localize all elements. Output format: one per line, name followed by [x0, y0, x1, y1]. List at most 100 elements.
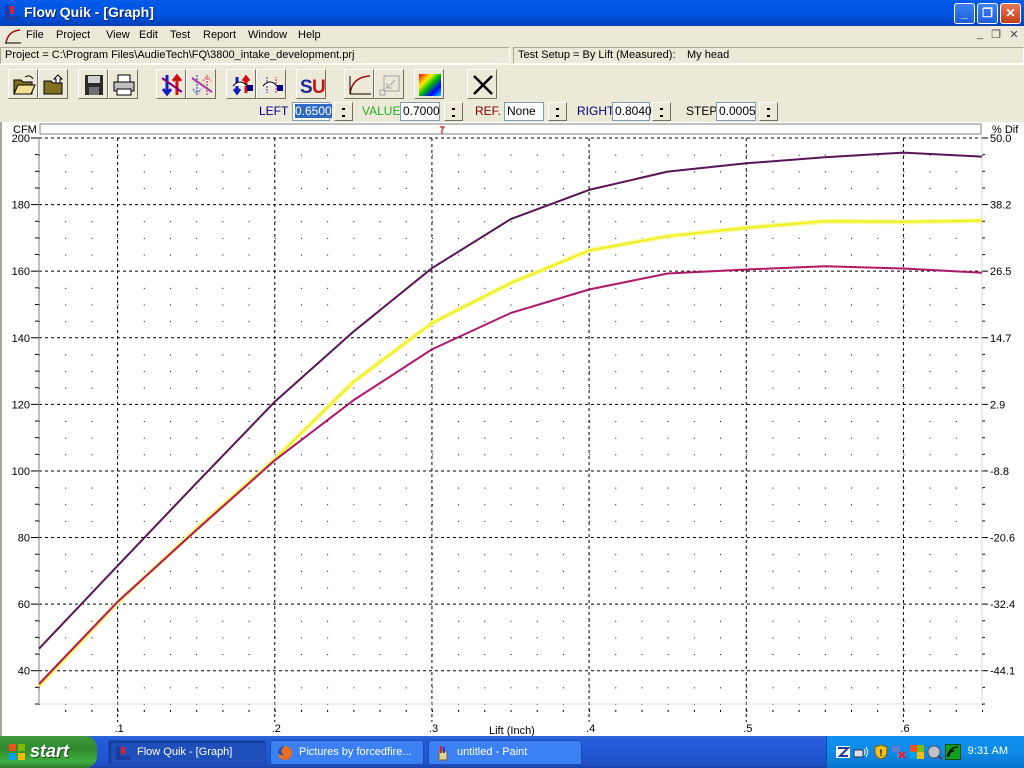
- grid-dot: [65, 254, 67, 256]
- menu-help[interactable]: Help: [298, 29, 321, 41]
- flow-direction-alt-button[interactable]: [186, 69, 216, 99]
- wireless-network-icon[interactable]: [853, 744, 869, 760]
- flow-direction-button[interactable]: [156, 69, 186, 99]
- title-bar: Flow Quik - [Graph] _ ❐ ✕: [0, 0, 1024, 26]
- grid-dot: [772, 487, 774, 489]
- menu-window[interactable]: Window: [248, 29, 287, 41]
- grid: [39, 137, 983, 722]
- flow-bench-icon: [232, 74, 253, 96]
- grid-dot: [798, 454, 800, 456]
- grid-dot: [929, 304, 931, 306]
- grid-dot: [222, 387, 224, 389]
- print-button[interactable]: [108, 69, 138, 99]
- grid-dot: [484, 587, 486, 589]
- y2-tick-label: 2.9: [990, 399, 1005, 411]
- step-spinner[interactable]: [759, 102, 778, 121]
- mdi-minimize-button[interactable]: _: [972, 28, 988, 43]
- grid-dot: [955, 454, 957, 456]
- grid-dot: [955, 171, 957, 173]
- grid-dot: [405, 487, 407, 489]
- start-button[interactable]: start: [0, 736, 97, 768]
- menu-file[interactable]: File: [26, 29, 44, 41]
- grid-dot: [353, 570, 355, 572]
- grid-dot: [405, 221, 407, 223]
- graph-button[interactable]: [344, 69, 374, 99]
- colors-button[interactable]: [414, 69, 444, 99]
- value-spinner[interactable]: [444, 102, 463, 121]
- security-shield-icon[interactable]: !: [873, 744, 889, 760]
- grid-dot: [458, 354, 460, 356]
- grid-dot: [327, 387, 329, 389]
- menu-project[interactable]: Project: [56, 29, 90, 41]
- grid-dot: [169, 187, 171, 189]
- grid-dot: [955, 520, 957, 522]
- zonealarm-icon[interactable]: [835, 744, 851, 760]
- grid-dot: [589, 171, 591, 173]
- menu-view[interactable]: View: [106, 29, 130, 41]
- cursor-scrollbar[interactable]: [39, 123, 982, 135]
- grid-dot: [353, 171, 355, 173]
- ref-spinner[interactable]: [548, 102, 567, 121]
- flow-bench-button[interactable]: [226, 69, 256, 99]
- grid-dot: [327, 154, 329, 156]
- close-button[interactable]: ✕: [1000, 3, 1021, 24]
- left-input[interactable]: 0.6500: [292, 102, 332, 121]
- close-graph-button[interactable]: [467, 69, 497, 99]
- task-paint[interactable]: untitled - Paint: [428, 740, 582, 765]
- setup-button[interactable]: SU: [296, 69, 326, 99]
- grid-dot: [851, 587, 853, 589]
- menu-edit[interactable]: Edit: [139, 29, 158, 41]
- left-spinner[interactable]: [334, 102, 353, 121]
- grid-dot: [484, 187, 486, 189]
- menu-report[interactable]: Report: [203, 29, 236, 41]
- volume-icon[interactable]: [927, 744, 943, 760]
- ref-input[interactable]: None: [504, 102, 544, 121]
- grid-dot: [877, 620, 879, 622]
- mdi-close-button[interactable]: ✕: [1006, 28, 1022, 43]
- right-spinner[interactable]: [652, 102, 671, 121]
- save-button[interactable]: [78, 69, 108, 99]
- task-flow-quik[interactable]: Flow Quik - [Graph]: [108, 740, 266, 765]
- restore-button[interactable]: ❐: [977, 3, 998, 24]
- open-project-button[interactable]: [8, 69, 38, 99]
- open-file-button[interactable]: [38, 69, 68, 99]
- flow-bench-alt-button[interactable]: [256, 69, 286, 99]
- grid-dot: [798, 520, 800, 522]
- grid-dot: [458, 254, 460, 256]
- grid-dot: [327, 187, 329, 189]
- grid-dot: [667, 437, 669, 439]
- windows-security-icon[interactable]: [909, 744, 925, 760]
- x-tick-label: .2: [272, 723, 281, 735]
- grid-dot: [562, 620, 564, 622]
- grid-dot: [510, 520, 512, 522]
- mdi-graph-icon[interactable]: [4, 28, 22, 44]
- network-disconnected-icon[interactable]: [891, 744, 907, 760]
- grid-dot: [929, 187, 931, 189]
- wifi-signal-icon[interactable]: [945, 744, 961, 760]
- grid-dot: [851, 570, 853, 572]
- grid-dot: [798, 487, 800, 489]
- task-firefox[interactable]: Pictures by forcedfire...: [270, 740, 424, 765]
- minimize-button[interactable]: _: [954, 3, 975, 24]
- grid-dot: [379, 620, 381, 622]
- grid-dot: [353, 237, 355, 239]
- step-input[interactable]: 0.0005: [716, 102, 756, 121]
- right-input[interactable]: 0.8040: [612, 102, 652, 121]
- grid-dot: [562, 387, 564, 389]
- x-minor-tick: [615, 710, 617, 712]
- mdi-restore-button[interactable]: ❐: [988, 28, 1004, 43]
- grid-dot: [353, 254, 355, 256]
- value-input[interactable]: 0.7000: [400, 102, 440, 121]
- menu-test[interactable]: Test: [170, 29, 190, 41]
- grid-dot: [798, 637, 800, 639]
- grid-dot: [536, 437, 538, 439]
- flow-chart[interactable]: 200 50.0180 38.2160 26.5140 14.7120 2.9100 -8.…: [2, 122, 1024, 736]
- grid-dot: [877, 570, 879, 572]
- grid-dot: [405, 654, 407, 656]
- grid-dot: [405, 520, 407, 522]
- grid-dot: [955, 421, 957, 422]
- system-tray: ! 9:31 AM: [826, 736, 1024, 768]
- zoom-out-button[interactable]: [374, 69, 404, 99]
- grid-dot: [65, 354, 67, 356]
- grid-dot: [720, 421, 722, 422]
